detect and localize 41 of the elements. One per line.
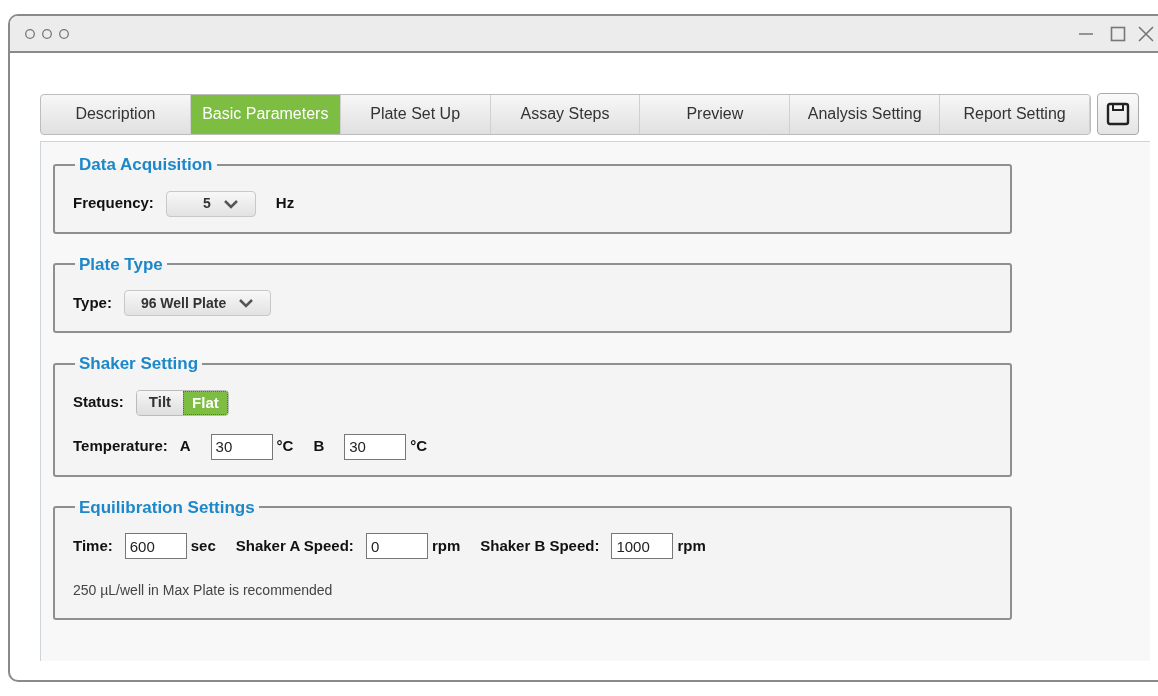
input-field[interactable]: 0 xyxy=(365,533,428,559)
dropdown[interactable]: 5 xyxy=(165,190,256,217)
field-label: Temperature: xyxy=(73,436,168,457)
field-label: Time: xyxy=(73,535,113,556)
tab[interactable]: Analysis Setting xyxy=(790,94,941,134)
tab[interactable]: Description xyxy=(41,94,191,134)
input-field[interactable]: 600 xyxy=(124,533,187,559)
maximize-icon[interactable] xyxy=(1110,25,1126,42)
field-label: Shaker A Speed: xyxy=(235,535,354,556)
window-dots-icon xyxy=(24,27,70,40)
tab[interactable]: Assay Steps xyxy=(490,94,641,134)
chevron-down-icon xyxy=(222,198,239,209)
hint-text: 250 µL/well in Max Plate is recommended xyxy=(73,580,333,600)
tab[interactable]: Plate Set Up xyxy=(340,94,491,134)
input-field[interactable]: 1000 xyxy=(611,533,674,559)
field-label: Status: xyxy=(73,392,124,413)
unit-label: rpm xyxy=(431,535,461,556)
close-icon[interactable] xyxy=(1138,25,1154,42)
group-title: Shaker Setting xyxy=(78,353,200,375)
input-field[interactable]: 30 xyxy=(210,433,273,460)
group-title: Data Acquisition xyxy=(78,154,214,176)
field-label: Shaker B Speed: xyxy=(480,535,600,556)
field-label: Frequency: xyxy=(73,193,154,214)
unit-label: Hz xyxy=(275,193,295,214)
chevron-down-icon xyxy=(238,298,255,308)
unit-label: °C xyxy=(276,436,294,457)
input-field[interactable]: 30 xyxy=(344,433,407,460)
segmented-toggle[interactable]: Tilt Flat xyxy=(135,389,229,416)
unit-label: A xyxy=(179,436,191,457)
field-label: Type: xyxy=(73,292,112,313)
group-title: Plate Type xyxy=(78,253,164,276)
unit-label: sec xyxy=(190,535,216,556)
tab[interactable]: Preview xyxy=(640,94,791,134)
save-button[interactable] xyxy=(1097,93,1139,135)
unit-label: °C xyxy=(410,436,428,457)
group-title: Equilibration Settings xyxy=(78,496,256,519)
unit-label: rpm xyxy=(677,535,706,556)
tab[interactable]: Report Setting xyxy=(940,94,1090,134)
dropdown[interactable]: 96 Well Plate xyxy=(123,290,272,316)
unit-label: B xyxy=(313,436,325,457)
toggle-option[interactable]: Tilt xyxy=(136,390,184,415)
